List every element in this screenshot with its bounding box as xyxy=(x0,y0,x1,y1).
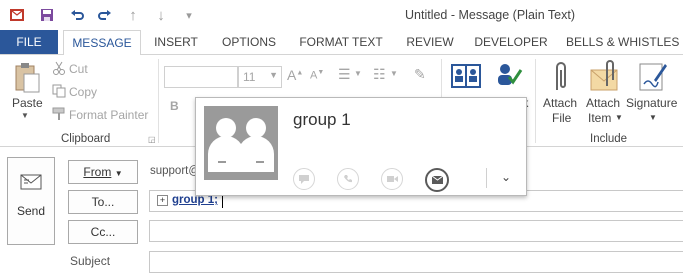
call-icon[interactable] xyxy=(337,168,359,190)
contact-card-name: group 1 xyxy=(293,110,351,129)
up-arrow-icon[interactable]: ↑ xyxy=(124,6,142,24)
cc-field[interactable] xyxy=(149,220,683,242)
attach-file-button[interactable]: Attach xyxy=(543,96,577,110)
cc-button[interactable]: Cc... xyxy=(68,220,138,244)
clear-formatting-icon[interactable]: ✎ xyxy=(414,66,426,83)
from-value: support@ xyxy=(150,165,201,177)
save-icon[interactable] xyxy=(38,6,56,24)
paste-icon[interactable] xyxy=(12,61,42,95)
shrink-font-icon[interactable]: A▼ xyxy=(310,69,324,82)
subject-label: Subject xyxy=(70,254,111,268)
paste-button[interactable]: Paste xyxy=(12,96,43,110)
down-arrow-icon[interactable]: ↓ xyxy=(152,6,170,24)
tab-bells-whistles[interactable]: BELLS & WHISTLES xyxy=(566,30,679,54)
subject-field[interactable] xyxy=(149,251,683,273)
from-dropdown-icon: ▼ xyxy=(114,169,123,178)
group-avatar xyxy=(204,106,278,180)
font-size-value: 11 xyxy=(243,70,256,84)
instant-message-icon[interactable] xyxy=(293,168,315,190)
send-label: Send xyxy=(16,204,46,218)
bullets-icon[interactable]: ☰ xyxy=(338,66,351,83)
cut-button[interactable]: Cut xyxy=(69,62,88,76)
group-separator xyxy=(158,59,159,143)
bullets-dropdown-icon[interactable]: ▼ xyxy=(354,69,362,78)
ribbon-tabs: FILE MESSAGE INSERT OPTIONS FORMAT TEXT … xyxy=(0,30,683,56)
check-names-icon[interactable] xyxy=(493,61,527,91)
outlook-logo-icon xyxy=(8,6,26,24)
paste-dropdown-icon[interactable]: ▼ xyxy=(21,111,29,120)
video-call-icon[interactable] xyxy=(381,168,403,190)
attach-item-icon[interactable] xyxy=(589,60,621,94)
format-painter-icon[interactable] xyxy=(52,107,66,121)
redo-icon[interactable] xyxy=(96,6,114,24)
attach-item-dropdown-icon[interactable]: ▼ xyxy=(615,113,623,122)
clipboard-group-label: Clipboard xyxy=(61,133,111,145)
tab-options[interactable]: OPTIONS xyxy=(218,30,280,54)
email-icon[interactable] xyxy=(425,168,449,192)
numbering-icon[interactable]: ☷ xyxy=(373,66,386,83)
signature-icon[interactable] xyxy=(638,60,668,94)
send-envelope-icon xyxy=(20,174,42,190)
from-label: From xyxy=(83,165,112,179)
address-book-icon[interactable] xyxy=(449,61,483,91)
group-separator xyxy=(535,59,536,143)
cut-icon[interactable] xyxy=(52,61,66,75)
attach-item-button[interactable]: Attach xyxy=(586,96,620,110)
card-divider xyxy=(486,168,487,188)
to-button[interactable]: To... xyxy=(68,190,138,214)
attach-item-label-line2: Item xyxy=(588,111,612,125)
numbering-dropdown-icon[interactable]: ▼ xyxy=(390,69,398,78)
customize-quick-access-icon[interactable]: ▾ xyxy=(180,6,198,24)
font-name-box[interactable] xyxy=(164,66,238,88)
tab-developer[interactable]: DEVELOPER xyxy=(474,30,548,54)
tab-message[interactable]: MESSAGE xyxy=(63,30,141,56)
tab-file[interactable]: FILE xyxy=(0,30,58,54)
chevron-down-icon[interactable]: ⌄ xyxy=(501,170,511,184)
format-painter-button[interactable]: Format Painter xyxy=(69,108,148,122)
signature-dropdown-icon[interactable]: ▼ xyxy=(649,113,657,122)
font-size-dropdown-icon[interactable]: ▼ xyxy=(269,70,278,80)
contact-card-popup: group 1 ⌄ xyxy=(195,97,527,196)
title-bar: ↑ ↓ ▾ Untitled - Message (Plain Text) xyxy=(0,0,683,30)
font-size-box[interactable]: 11 ▼ xyxy=(238,66,282,88)
bold-button[interactable]: B xyxy=(170,99,179,113)
clipboard-launcher-icon[interactable]: ◲ xyxy=(148,135,156,144)
signature-button[interactable]: Signature xyxy=(626,96,677,110)
tab-format-text[interactable]: FORMAT TEXT xyxy=(296,30,386,54)
undo-icon[interactable] xyxy=(68,6,86,24)
from-button[interactable]: From ▼ xyxy=(68,160,138,184)
window-title: Untitled - Message (Plain Text) xyxy=(405,8,575,22)
tab-review[interactable]: REVIEW xyxy=(404,30,456,54)
tab-insert[interactable]: INSERT xyxy=(150,30,202,54)
expand-group-icon[interactable]: + xyxy=(157,195,168,206)
grow-font-icon[interactable]: A▲ xyxy=(287,67,303,83)
attach-file-label-line2: File xyxy=(552,111,572,125)
send-button[interactable]: Send xyxy=(7,157,55,245)
copy-icon[interactable] xyxy=(52,84,66,98)
include-group-label: Include xyxy=(590,133,628,145)
copy-button[interactable]: Copy xyxy=(69,85,97,99)
paperclip-icon[interactable] xyxy=(548,60,574,94)
